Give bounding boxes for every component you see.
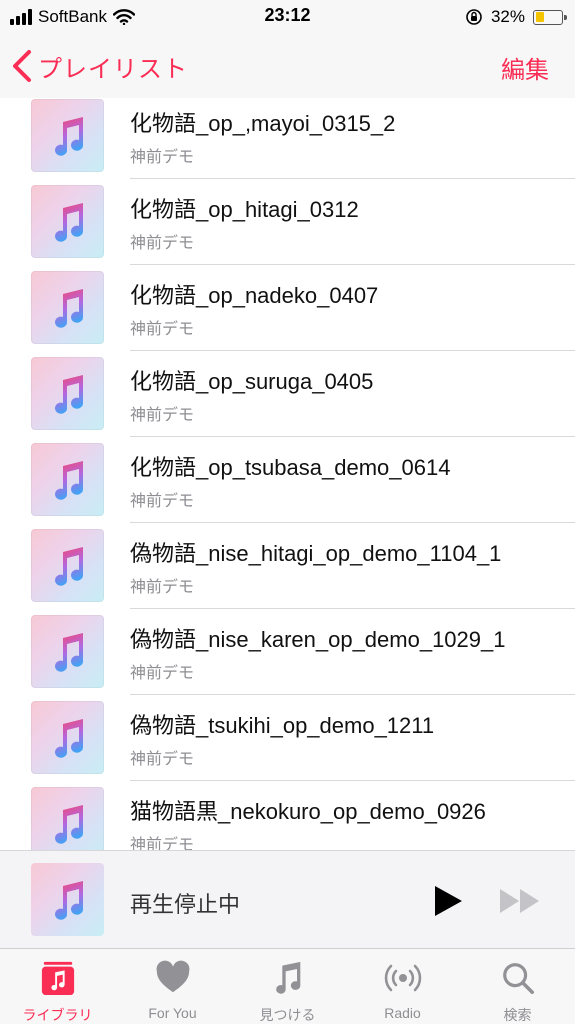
track-row[interactable]: 猫物語黒_nekokuro_op_demo_0926 神前デモ	[0, 786, 575, 850]
row-divider	[130, 694, 575, 695]
orientation-lock-icon	[466, 9, 482, 25]
tab-radio[interactable]: Radio	[345, 949, 460, 1024]
tab-label: 検索	[503, 1007, 532, 1023]
status-right: 32%	[465, 5, 567, 29]
tab-search[interactable]: 検索	[460, 949, 575, 1024]
track-artist: 神前デモ	[130, 319, 195, 338]
radio-icon	[384, 959, 422, 997]
track-artwork	[31, 615, 104, 688]
track-artist: 神前デモ	[130, 835, 195, 850]
track-artwork	[31, 357, 104, 430]
music-note-icon	[54, 202, 83, 242]
battery-icon	[533, 9, 567, 25]
row-divider	[130, 178, 575, 179]
tab-bar: ライブラリ For You 見つける Radio 検索	[0, 948, 575, 1024]
mini-player-artwork	[31, 863, 104, 936]
fast-forward-icon[interactable]	[498, 887, 542, 915]
music-note-icon	[54, 632, 83, 672]
track-artwork	[31, 271, 104, 344]
row-divider	[130, 608, 575, 609]
track-row[interactable]: 化物語_op_,mayoi_0315_2 神前デモ	[0, 98, 575, 184]
track-title: 化物語_op_tsubasa_demo_0614	[130, 455, 451, 480]
track-title: 偽物語_nise_karen_op_demo_1029_1	[130, 627, 506, 652]
row-divider	[130, 350, 575, 351]
row-divider	[130, 264, 575, 265]
row-divider	[130, 522, 575, 523]
track-title: 化物語_op_suruga_0405	[130, 369, 374, 394]
row-divider	[130, 780, 575, 781]
track-title: 偽物語_nise_hitagi_op_demo_1104_1	[130, 541, 502, 566]
track-artwork	[31, 185, 104, 258]
track-artist: 神前デモ	[130, 147, 195, 166]
row-divider	[130, 436, 575, 437]
track-artist: 神前デモ	[130, 663, 195, 682]
search-icon	[499, 959, 537, 997]
tab-label: For You	[148, 1005, 197, 1021]
music-note-icon	[54, 546, 83, 586]
track-artist: 神前デモ	[130, 491, 195, 510]
music-note-icon	[269, 959, 307, 997]
track-artist: 神前デモ	[130, 577, 195, 596]
back-button-label: プレイリスト	[38, 54, 188, 83]
music-note-icon	[54, 288, 83, 328]
edit-button[interactable]: 編集	[501, 50, 549, 85]
track-artwork	[31, 99, 104, 172]
status-bar: SoftBank 23:12 32%	[0, 0, 575, 34]
track-artist: 神前デモ	[130, 405, 195, 424]
track-artwork	[31, 443, 104, 516]
tab-music-note[interactable]: 見つける	[230, 949, 345, 1024]
track-artwork	[31, 787, 104, 850]
tab-label: Radio	[384, 1005, 421, 1021]
mini-player[interactable]: 再生停止中	[0, 850, 575, 948]
library-icon	[39, 959, 77, 997]
track-row[interactable]: 化物語_op_tsubasa_demo_0614 神前デモ	[0, 442, 575, 528]
tab-library[interactable]: ライブラリ	[0, 949, 115, 1024]
battery-level	[535, 12, 544, 22]
tab-label: ライブラリ	[22, 1007, 93, 1023]
navigation-bar: プレイリスト 編集	[0, 34, 575, 98]
track-artwork	[31, 701, 104, 774]
tab-label: 見つける	[259, 1007, 316, 1023]
music-note-icon	[54, 116, 83, 156]
track-title: 偽物語_tsukihi_op_demo_1211	[130, 713, 435, 738]
track-title: 化物語_op_,mayoi_0315_2	[130, 111, 396, 136]
music-note-icon	[54, 374, 83, 414]
music-note-icon	[54, 718, 83, 758]
track-title: 猫物語黒_nekokuro_op_demo_0926	[130, 799, 486, 824]
track-row[interactable]: 偽物語_nise_karen_op_demo_1029_1 神前デモ	[0, 614, 575, 700]
heart-icon	[154, 959, 192, 997]
mini-player-status: 再生停止中	[130, 893, 241, 918]
track-artist: 神前デモ	[130, 749, 195, 768]
music-note-icon	[54, 880, 83, 920]
track-row[interactable]: 偽物語_tsukihi_op_demo_1211 神前デモ	[0, 700, 575, 786]
track-row[interactable]: 化物語_op_nadeko_0407 神前デモ	[0, 270, 575, 356]
track-title: 化物語_op_hitagi_0312	[130, 197, 359, 222]
track-artwork	[31, 529, 104, 602]
chevron-left-icon	[13, 50, 31, 82]
play-icon[interactable]	[432, 884, 464, 918]
track-row[interactable]: 化物語_op_hitagi_0312 神前デモ	[0, 184, 575, 270]
track-title: 化物語_op_nadeko_0407	[130, 283, 379, 308]
music-note-icon	[54, 804, 83, 844]
music-note-icon	[54, 460, 83, 500]
track-list[interactable]: 化物語_op_,mayoi_0315_2 神前デモ 化物語_op_hitagi_…	[0, 98, 575, 850]
track-artist: 神前デモ	[130, 233, 195, 252]
track-row[interactable]: 偽物語_nise_hitagi_op_demo_1104_1 神前デモ	[0, 528, 575, 614]
tab-heart[interactable]: For You	[115, 949, 230, 1024]
battery-percent: 32%	[490, 7, 525, 26]
track-row[interactable]: 化物語_op_suruga_0405 神前デモ	[0, 356, 575, 442]
back-button[interactable]: プレイリスト	[10, 46, 188, 86]
